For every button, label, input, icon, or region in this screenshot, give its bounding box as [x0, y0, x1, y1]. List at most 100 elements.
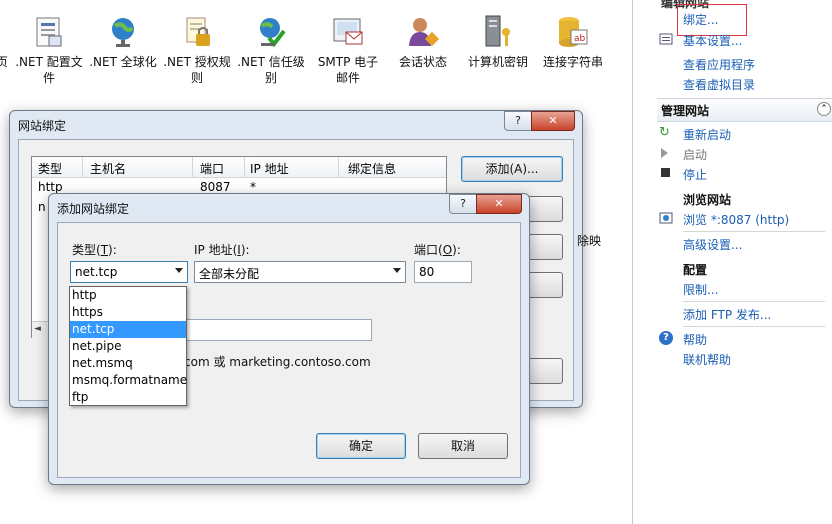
column-header[interactable]: IP 地址	[250, 160, 289, 177]
svg-text:ab: ab	[574, 34, 586, 44]
port-input[interactable]: 80	[414, 261, 472, 283]
browse-icon	[659, 212, 673, 224]
feature-session-state[interactable]: 会话状态	[390, 14, 456, 70]
start-link[interactable]: 启动	[683, 146, 707, 163]
divider	[683, 326, 825, 327]
help-icon: ?	[659, 331, 673, 345]
binding-type-cell[interactable]: http	[38, 180, 63, 194]
net-profile-icon	[36, 17, 62, 47]
view-virtual-directories-link[interactable]: 查看虚拟目录	[683, 76, 755, 93]
dropdown-option-net-tcp[interactable]: net.tcp	[70, 321, 186, 338]
close-button[interactable]: ✕	[476, 194, 522, 214]
dropdown-option-ftp[interactable]: ftp	[70, 389, 186, 406]
view-applications-link[interactable]: 查看应用程序	[683, 56, 755, 73]
divider	[683, 231, 825, 232]
feature-connection-strings[interactable]: ab 连接字符串	[538, 14, 608, 70]
globe-icon	[112, 18, 134, 47]
binding-ip-cell[interactable]: *	[250, 180, 256, 194]
start-icon	[661, 148, 668, 158]
dialog-title: 网站绑定	[18, 119, 67, 133]
table-header: 类型 主机名 端口 IP 地址 绑定信息	[32, 157, 446, 178]
feature-net-authorization[interactable]: .NET 授权规 则	[160, 14, 234, 86]
cancel-button[interactable]: 取消	[418, 433, 508, 459]
chevron-down-icon[interactable]	[175, 268, 183, 273]
restart-icon: ↻	[659, 125, 670, 140]
column-header[interactable]: 类型	[38, 160, 62, 177]
online-help-link[interactable]: 联机帮助	[683, 351, 731, 368]
actions-pane: 编辑网站 绑定... 基本设置... 查看应用程序 查看虚拟目录 管理网站 ⌃ …	[632, 0, 832, 524]
dropdown-option-net-msmq[interactable]: net.msmq	[70, 355, 186, 372]
help-button[interactable]: ?	[449, 194, 477, 214]
configure-heading: 配置	[683, 263, 708, 277]
port-label: 端口(O):	[414, 243, 461, 257]
column-header[interactable]: 端口	[200, 160, 224, 177]
port-input-value: 80	[419, 265, 435, 279]
browse-site-heading: 浏览网站	[683, 193, 732, 207]
column-header[interactable]: 主机名	[90, 160, 126, 177]
connection-strings-icon: ab	[559, 17, 588, 47]
close-button[interactable]: ✕	[531, 111, 575, 131]
type-dropdown-list[interactable]: http https net.tcp net.pipe net.msmq msm…	[69, 286, 187, 406]
partial-text: 除映	[577, 234, 602, 248]
feature-label: .NET 授权规 则	[163, 55, 231, 85]
feature-label: 页	[0, 55, 8, 69]
limits-link[interactable]: 限制...	[683, 281, 718, 298]
basic-settings-icon	[659, 33, 673, 45]
help-link[interactable]: 帮助	[683, 331, 707, 348]
dropdown-option-msmq-formatname[interactable]: msmq.formatname	[70, 372, 187, 389]
advanced-settings-link[interactable]: 高级设置...	[683, 236, 742, 253]
feature-label: SMTP 电子 邮件	[317, 55, 379, 85]
add-binding-button[interactable]: 添加(A)...	[461, 156, 563, 182]
host-example-text: com 或 marketing.contoso.com	[184, 355, 371, 369]
collapse-icon[interactable]: ⌃	[817, 102, 831, 116]
feature-label: 计算机密钥	[467, 55, 528, 69]
column-separator	[192, 157, 193, 177]
machine-key-icon	[485, 15, 510, 47]
restart-link[interactable]: 重新启动	[683, 126, 731, 143]
manage-site-section[interactable]: 管理网站 ⌃	[657, 98, 832, 122]
ip-select-value: 全部未分配	[199, 267, 260, 281]
ok-button[interactable]: 确定	[316, 433, 406, 459]
divider	[683, 301, 825, 302]
type-select[interactable]: net.tcp	[70, 261, 188, 283]
dropdown-option-https[interactable]: https	[70, 304, 186, 321]
column-separator	[82, 157, 83, 177]
ip-address-select[interactable]: 全部未分配	[194, 261, 406, 283]
chevron-down-icon[interactable]	[393, 268, 401, 273]
feature-label: .NET 信任级 别	[237, 55, 305, 85]
type-select-value: net.tcp	[75, 265, 118, 279]
feature-net-globalization[interactable]: .NET 全球化	[86, 14, 160, 70]
dropdown-option-net-pipe[interactable]: net.pipe	[70, 338, 186, 355]
scroll-left-icon[interactable]: ◄	[34, 324, 41, 334]
stop-link[interactable]: 停止	[683, 166, 707, 183]
browse-port-link[interactable]: 浏览 *:8087 (http)	[683, 211, 789, 228]
column-separator	[338, 157, 339, 177]
page-icon	[0, 14, 12, 50]
basic-settings-link[interactable]: 基本设置...	[683, 32, 742, 49]
dropdown-option-http[interactable]: http	[70, 287, 186, 304]
feature-page[interactable]: 页	[0, 14, 12, 70]
lock-document-icon	[186, 17, 210, 46]
help-button[interactable]: ?	[504, 111, 532, 131]
session-state-icon	[409, 18, 440, 47]
binding-port-cell[interactable]: 8087	[200, 180, 231, 194]
stop-icon	[661, 168, 670, 177]
type-label: 类型(T):	[72, 243, 117, 257]
add-ftp-publishing-link[interactable]: 添加 FTP 发布...	[683, 306, 771, 323]
feature-label: .NET 配置文 件	[15, 55, 83, 85]
column-separator	[244, 157, 245, 177]
manage-site-heading: 管理网站	[661, 104, 710, 118]
binding-type-cell[interactable]: n	[38, 200, 46, 214]
feature-label: 连接字符串	[542, 55, 603, 69]
feature-net-trust[interactable]: .NET 信任级 别	[234, 14, 308, 86]
feature-label: 会话状态	[398, 55, 447, 69]
trust-globe-icon	[260, 18, 286, 48]
smtp-mail-icon	[333, 18, 363, 45]
column-header[interactable]: 绑定信息	[348, 160, 396, 177]
feature-net-profile[interactable]: .NET 配置文 件	[12, 14, 86, 86]
dialog-title: 添加网站绑定	[57, 202, 130, 216]
feature-label: .NET 全球化	[89, 55, 157, 69]
feature-machine-key[interactable]: 计算机密钥	[462, 14, 534, 70]
feature-smtp[interactable]: SMTP 电子 邮件	[308, 14, 388, 86]
ip-label: IP 地址(I):	[194, 243, 250, 257]
